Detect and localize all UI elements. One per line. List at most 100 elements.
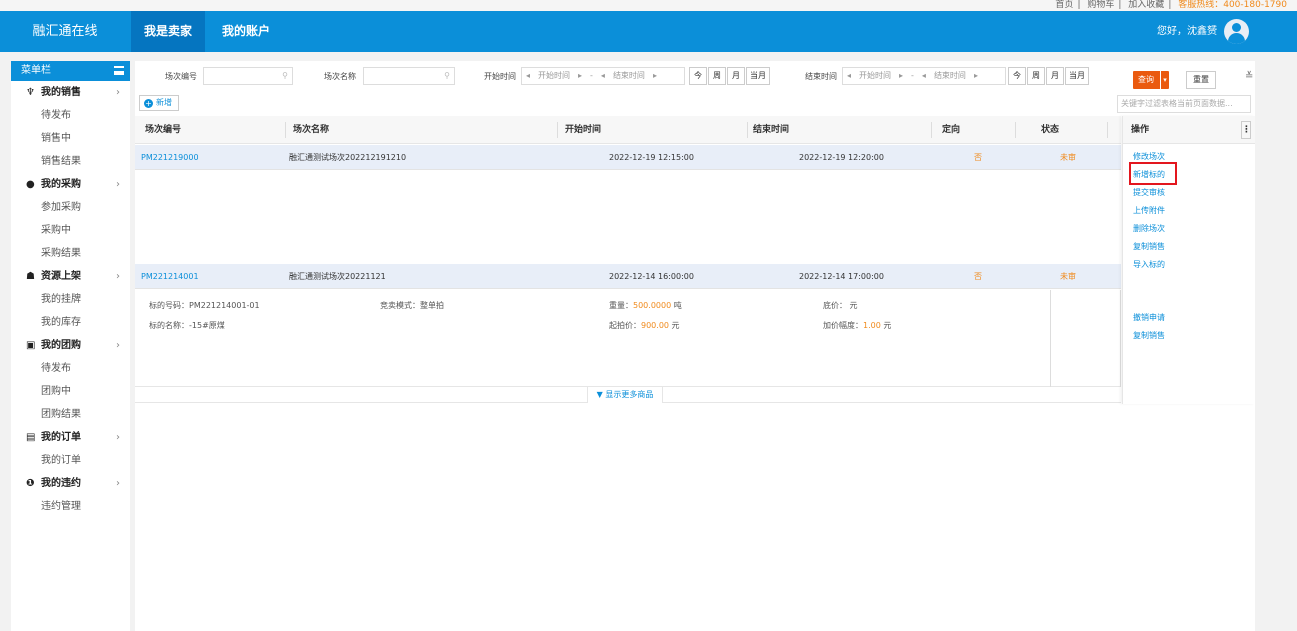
op-import-lot[interactable]: 导入标的 <box>1133 259 1165 270</box>
sidebar-group-purchase[interactable]: ● 我的采购 › <box>11 173 130 196</box>
caret-down-icon[interactable]: ▾ <box>1160 71 1169 89</box>
top-link-home[interactable]: 首页 <box>1055 0 1073 10</box>
start-price: 起拍价：900.00 元 <box>609 321 680 330</box>
start-quick-today[interactable]: 今 <box>689 67 707 85</box>
table-row[interactable]: PM221214001 融汇通测试场次20221121 2022-12-14 1… <box>135 264 1121 289</box>
groupbuy-icon: ▣ <box>26 340 36 351</box>
base-price: 底价： 元 <box>823 301 858 310</box>
main-panel: 场次编号 ⚲ 场次名称 ⚲ 开始时间 ◂ 开始时间 ▸ - ◂ 结束时间 ▸ 今 周 月 当… <box>135 61 1255 631</box>
header: 融汇通在线 我是卖家 我的账户 您好，沈鑫赟 <box>0 11 1297 52</box>
breach-icon: ❶ <box>26 478 35 489</box>
highlight-box <box>1129 162 1177 185</box>
show-more-button[interactable]: ▼ 显示更多商品 <box>587 387 663 403</box>
name-input[interactable]: ⚲ <box>363 67 455 85</box>
operations-column: 操作 ⋮ 修改场次 新增标的 提交审核 上传附件 删除场次 复制销售 导入标的 … <box>1122 116 1255 404</box>
name-label: 场次名称 <box>324 72 356 81</box>
keyword-filter-input[interactable]: 关键字过滤表格当前页面数据... <box>1117 95 1251 113</box>
top-links: 首页 | 购物车 | 加入收藏 | 客服热线：400-180-1790 <box>1055 0 1287 10</box>
op-delete-session[interactable]: 删除场次 <box>1133 223 1165 234</box>
sidebar-item[interactable]: 参加采购 <box>11 196 130 219</box>
sidebar-item[interactable]: 待发布 <box>11 357 130 380</box>
row-start: 2022-12-19 12:15:00 <box>609 153 694 162</box>
end-time-label: 结束时间 <box>805 72 837 81</box>
lot-name: 标的名称：-15#原煤 <box>149 321 225 330</box>
sidebar-group-orders[interactable]: ▤ 我的订单 › <box>11 426 130 449</box>
th-end: 结束时间 <box>753 125 790 135</box>
table-row[interactable]: PM221219000 融汇通测试场次202212191210 2022-12-… <box>135 145 1121 170</box>
sidebar-item[interactable]: 团购结果 <box>11 403 130 426</box>
search-icon: ⚲ <box>444 71 450 80</box>
sidebar-item[interactable]: 我的挂牌 <box>11 288 130 311</box>
sidebar-item[interactable]: 待发布 <box>11 104 130 127</box>
sidebar-item[interactable]: 销售中 <box>11 127 130 150</box>
row-name: 融汇通测试场次20221121 <box>289 272 386 281</box>
sidebar-item[interactable]: 我的订单 <box>11 449 130 472</box>
start-time-range[interactable]: ◂ 开始时间 ▸ - ◂ 结束时间 ▸ <box>521 67 685 85</box>
row-end: 2022-12-14 17:00:00 <box>799 272 884 281</box>
th-name: 场次名称 <box>293 125 330 135</box>
ops-header: 操作 ⋮ <box>1123 116 1255 144</box>
op-copy-sale[interactable]: 复制销售 <box>1133 330 1165 341</box>
start-quick-current-month[interactable]: 当月 <box>746 67 770 85</box>
row-status: 未审 <box>1060 153 1076 162</box>
chevron-right-icon: › <box>116 340 120 351</box>
quantity: 重量：500.0000 吨 <box>609 301 682 310</box>
sidebar-item[interactable]: 销售结果 <box>11 150 130 173</box>
menu-icon[interactable] <box>114 66 124 75</box>
chevron-right-icon: › <box>116 478 120 489</box>
end-quick-current-month[interactable]: 当月 <box>1065 67 1089 85</box>
start-quick-month[interactable]: 月 <box>727 67 745 85</box>
chevron-right-icon: › <box>116 87 120 98</box>
avatar[interactable] <box>1224 19 1249 44</box>
expand-icon[interactable]: ≚ <box>1245 71 1253 82</box>
reset-button[interactable]: 重置 <box>1186 71 1216 89</box>
row-status: 未审 <box>1060 272 1076 281</box>
row-code[interactable]: PM221214001 <box>141 264 199 289</box>
th-start: 开始时间 <box>565 125 602 135</box>
end-quick-month[interactable]: 月 <box>1046 67 1064 85</box>
logo[interactable]: 融汇通在线 <box>0 11 130 52</box>
op-cancel-request[interactable]: 撤销申请 <box>1133 312 1165 323</box>
start-time-label: 开始时间 <box>484 72 516 81</box>
end-quick-week[interactable]: 周 <box>1027 67 1045 85</box>
user-greeting[interactable]: 您好，沈鑫赟 <box>1157 11 1217 52</box>
query-button[interactable]: 查询 ▾ <box>1133 71 1169 89</box>
code-input[interactable]: ⚲ <box>203 67 293 85</box>
top-link-cart[interactable]: 购物车 <box>1087 0 1114 10</box>
op-upload-attachment[interactable]: 上传附件 <box>1133 205 1165 216</box>
op-submit-review[interactable]: 提交审核 <box>1133 187 1165 198</box>
sidebar-group-groupbuy[interactable]: ▣ 我的团购 › <box>11 334 130 357</box>
nav-account[interactable]: 我的账户 <box>212 11 280 52</box>
op-copy-sale[interactable]: 复制销售 <box>1133 241 1165 252</box>
increment: 加价幅度：1.00 元 <box>823 321 892 330</box>
sidebar-item[interactable]: 采购结果 <box>11 242 130 265</box>
sales-icon: ♆ <box>26 87 35 98</box>
sidebar-group-breach[interactable]: ❶ 我的违约 › <box>11 472 130 495</box>
row-end: 2022-12-19 12:20:00 <box>799 153 884 162</box>
row-start: 2022-12-14 16:00:00 <box>609 272 694 281</box>
table-header: 场次编号 场次名称 开始时间 结束时间 定向 状态 <box>135 116 1121 144</box>
top-hotline: 客服热线：400-180-1790 <box>1178 0 1287 10</box>
chevron-right-icon: › <box>116 179 120 190</box>
sidebar-item[interactable]: 采购中 <box>11 219 130 242</box>
end-time-range[interactable]: ◂ 开始时间 ▸ - ◂ 结束时间 ▸ <box>842 67 1006 85</box>
end-quick-today[interactable]: 今 <box>1008 67 1026 85</box>
row-code[interactable]: PM221219000 <box>141 145 199 170</box>
listing-icon: ☗ <box>26 271 35 282</box>
row-direct: 否 <box>974 153 982 162</box>
op-edit-session[interactable]: 修改场次 <box>1133 151 1165 162</box>
nav-seller[interactable]: 我是卖家 <box>131 11 205 52</box>
auction-mode: 竞卖模式：整单拍 <box>380 301 444 310</box>
add-button[interactable]: + 新增 <box>139 95 179 111</box>
start-quick-week[interactable]: 周 <box>708 67 726 85</box>
sidebar-item[interactable]: 团购中 <box>11 380 130 403</box>
lot-number: 标的号码：PM221214001-01 <box>149 301 260 310</box>
sidebar-group-listing[interactable]: ☗ 资源上架 › <box>11 265 130 288</box>
sidebar-title: 菜单栏 <box>21 65 51 76</box>
sidebar-item[interactable]: 我的库存 <box>11 311 130 334</box>
top-link-favorite[interactable]: 加入收藏 <box>1128 0 1164 10</box>
sidebar-item[interactable]: 违约管理 <box>11 495 130 518</box>
more-options-icon[interactable]: ⋮ <box>1241 121 1251 139</box>
sidebar-group-sales[interactable]: ♆ 我的销售 › <box>11 81 130 104</box>
sidebar: 菜单栏 ♆ 我的销售 › 待发布 销售中 销售结果 ● 我的采购 › 参加采购 采购中 … <box>11 61 130 631</box>
